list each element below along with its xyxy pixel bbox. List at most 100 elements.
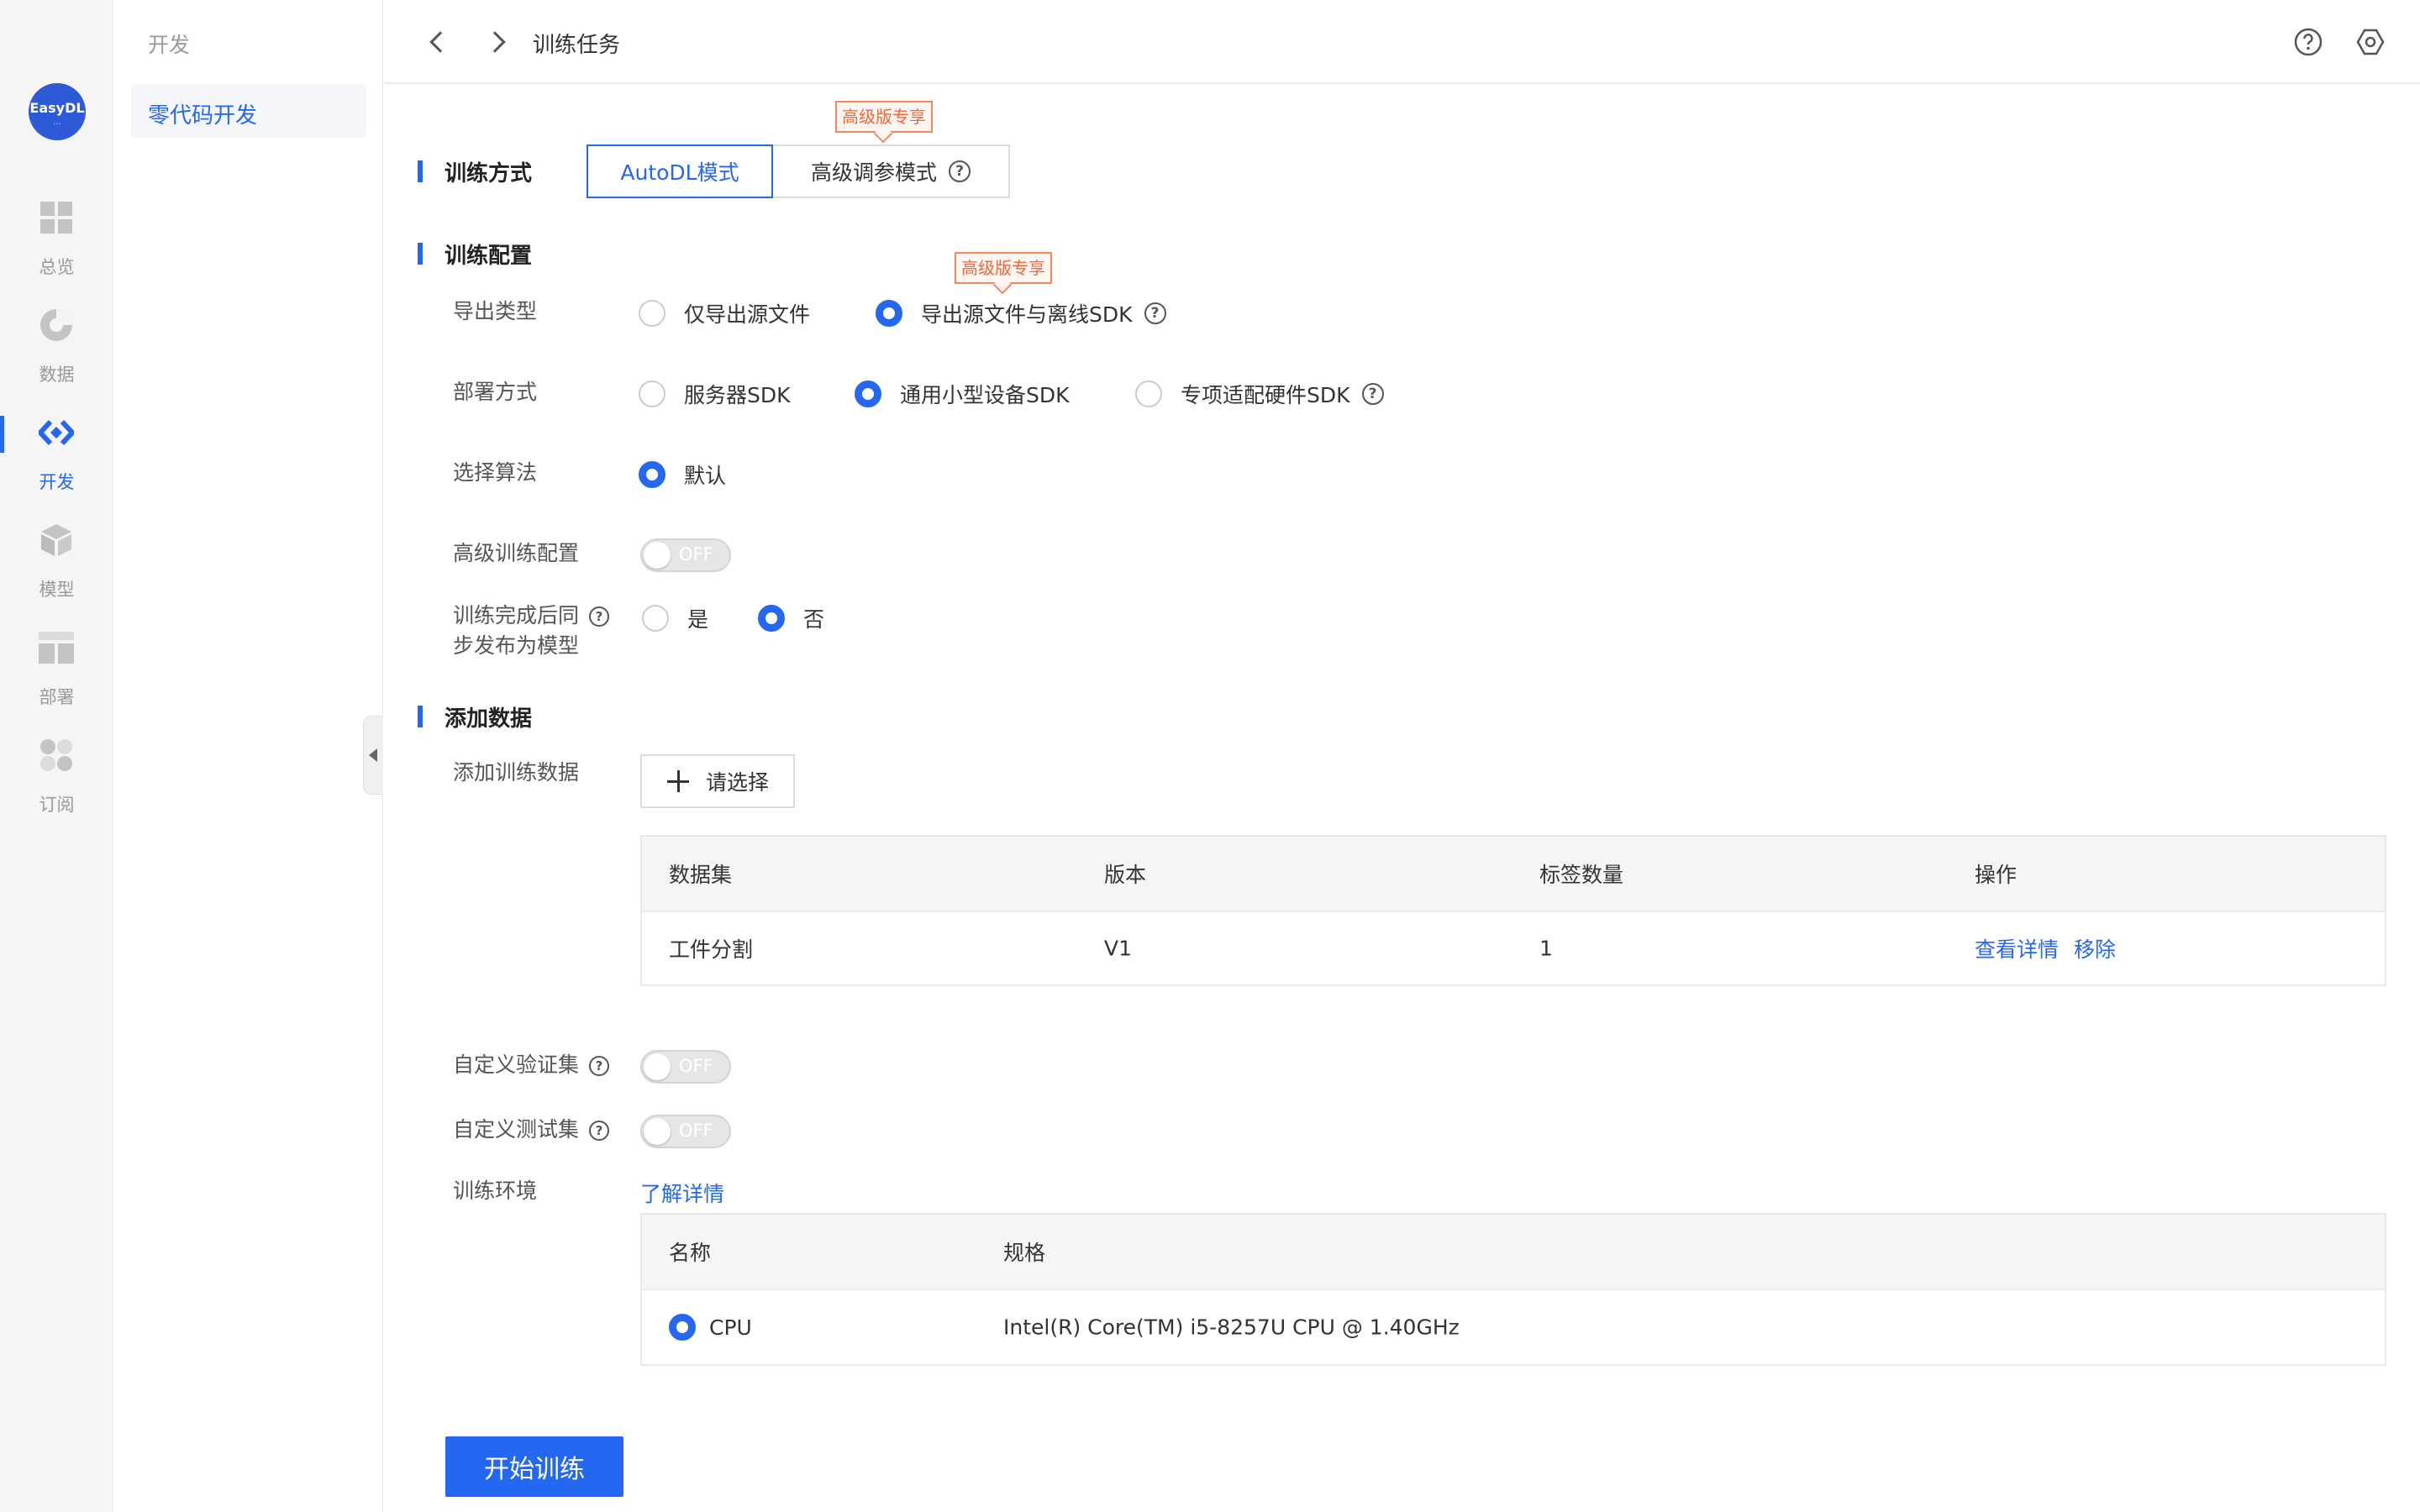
- rail-label-model: 模型: [39, 580, 75, 600]
- mode-advanced-label: 高级调参模式: [810, 160, 937, 185]
- help-icon[interactable]: ?: [589, 1056, 610, 1076]
- toggle-state: OFF: [679, 1056, 713, 1076]
- radio-checked[interactable]: [758, 605, 785, 632]
- sub-navigation: 开发 零代码开发: [114, 0, 383, 1512]
- rail-label-subscribe: 订阅: [39, 795, 75, 815]
- add-training-data-label: 添加训练数据: [453, 760, 580, 785]
- algorithm-label: 选择算法: [453, 460, 538, 485]
- radio-checked[interactable]: [639, 461, 666, 488]
- remove-link[interactable]: 移除: [2074, 937, 2116, 962]
- radio-unchecked[interactable]: [642, 605, 669, 632]
- icon-rail: EasyDL ··· 总览 数据 开发 模型 部署 订阅: [0, 0, 113, 1512]
- learn-more-link[interactable]: 了解详情: [640, 1179, 724, 1210]
- radio-unchecked[interactable]: [1135, 381, 1162, 407]
- forward-icon[interactable]: [481, 25, 514, 59]
- start-training-button[interactable]: 开始训练: [445, 1436, 623, 1497]
- toggle-state: OFF: [679, 544, 713, 564]
- rail-item-deploy[interactable]: 部署: [0, 630, 113, 722]
- deploy-server-sdk-option[interactable]: 服务器SDK: [639, 377, 791, 411]
- toggle-state: OFF: [679, 1121, 713, 1141]
- custom-validation-text: 自定义验证集: [453, 1053, 580, 1077]
- back-icon[interactable]: [419, 25, 453, 59]
- column-header: 版本: [1104, 863, 1147, 887]
- pie-icon: [40, 309, 72, 341]
- export-type-label: 导出类型: [453, 299, 538, 323]
- layout-icon: [39, 632, 74, 664]
- logo-text: EasyDL: [29, 100, 85, 116]
- custom-validation-toggle[interactable]: OFF: [640, 1050, 731, 1084]
- view-details-link[interactable]: 查看详情: [1975, 937, 2059, 962]
- publish-label-line2: 步发布为模型: [453, 633, 580, 658]
- advanced-config-toggle[interactable]: OFF: [640, 538, 731, 572]
- rail-item-data[interactable]: 数据: [0, 307, 113, 400]
- select-dataset-button[interactable]: 请选择: [640, 754, 795, 808]
- table-row: 工件分割 V1 1 查看详情 移除: [642, 911, 2385, 984]
- easydl-logo[interactable]: EasyDL ···: [29, 83, 86, 140]
- training-mode-group: AutoDL模式 高级调参模式 ?: [587, 144, 1010, 198]
- publish-no-option[interactable]: 否: [758, 601, 824, 635]
- table-header: 数据集 版本 标签数量 操作: [642, 837, 2385, 911]
- help-icon[interactable]: ?: [1361, 383, 1384, 405]
- environment-table: 名称 规格 CPU Intel(R) Core(TM) i5-8257U CPU…: [640, 1213, 2386, 1366]
- environment-name[interactable]: CPU: [669, 1314, 752, 1341]
- section-add-data: 添加数据: [418, 701, 532, 732]
- radio-checked[interactable]: [876, 300, 902, 327]
- table-header: 名称 规格: [642, 1215, 2385, 1289]
- algorithm-default-option[interactable]: 默认: [639, 458, 726, 491]
- logo-subtext: ···: [53, 120, 61, 129]
- radio-checked[interactable]: [669, 1314, 696, 1341]
- rail-label-develop: 开发: [39, 472, 75, 492]
- column-header: 规格: [1003, 1241, 1046, 1265]
- deploy-small-device-sdk-option[interactable]: 通用小型设备SDK: [855, 377, 1070, 411]
- publish-label-text: 训练完成后同: [453, 603, 580, 627]
- rail-item-model[interactable]: 模型: [0, 522, 113, 615]
- export-with-sdk-option[interactable]: 导出源文件与离线SDK ?: [876, 297, 1166, 330]
- deploy-hardware-sdk-option[interactable]: 专项适配硬件SDK ?: [1135, 377, 1384, 411]
- radio-unchecked[interactable]: [639, 300, 666, 327]
- option-label: 专项适配硬件SDK: [1181, 383, 1350, 407]
- subnav-item-zero-code[interactable]: 零代码开发: [131, 84, 366, 138]
- help-icon[interactable]: ?: [1144, 302, 1166, 324]
- mode-advanced-button[interactable]: 高级调参模式 ?: [773, 144, 1010, 198]
- custom-test-toggle[interactable]: OFF: [640, 1115, 731, 1148]
- help-icon[interactable]: ?: [949, 160, 971, 182]
- custom-validation-label: 自定义验证集?: [453, 1049, 610, 1081]
- option-label: 是: [687, 607, 709, 632]
- option-label: 仅导出源文件: [684, 302, 811, 327]
- rail-label-deploy: 部署: [39, 687, 75, 707]
- publish-yes-option[interactable]: 是: [642, 601, 708, 635]
- help-icon[interactable]: ?: [589, 1121, 610, 1141]
- export-source-only-option[interactable]: 仅导出源文件: [639, 297, 810, 330]
- subscribe-icon: [40, 739, 72, 771]
- rail-item-overview[interactable]: 总览: [0, 200, 113, 292]
- environment-label: 训练环境: [453, 1179, 538, 1203]
- option-label: 默认: [684, 464, 727, 488]
- collapse-sidebar-handle[interactable]: [363, 716, 383, 795]
- premium-badge-export: 高级版专享: [955, 252, 1052, 284]
- column-header: 名称: [669, 1241, 712, 1265]
- help-icon[interactable]: ?: [589, 606, 610, 627]
- code-icon: [39, 419, 74, 446]
- rail-item-develop[interactable]: 开发: [0, 415, 113, 507]
- environment-name-text: CPU: [709, 1315, 752, 1340]
- mode-autodl-button[interactable]: AutoDL模式: [587, 144, 773, 198]
- page-title: 训练任务: [533, 33, 621, 58]
- settings-icon[interactable]: [2355, 27, 2386, 57]
- option-label: 导出源文件与离线SDK: [921, 302, 1133, 327]
- radio-unchecked[interactable]: [639, 381, 666, 407]
- section-training-config: 训练配置: [418, 239, 532, 270]
- environment-spec: Intel(R) Core(TM) i5-8257U CPU @ 1.40GHz: [1003, 1315, 1460, 1340]
- help-icon[interactable]: [2293, 27, 2323, 57]
- premium-badge-mode: 高级版专享: [835, 101, 933, 133]
- radio-checked[interactable]: [855, 381, 881, 407]
- rail-item-subscribe[interactable]: 订阅: [0, 738, 113, 830]
- advanced-config-label: 高级训练配置: [453, 541, 580, 565]
- custom-test-text: 自定义测试集: [453, 1117, 580, 1142]
- custom-test-label: 自定义测试集?: [453, 1114, 610, 1146]
- option-label: 通用小型设备SDK: [900, 383, 1070, 407]
- option-label: 服务器SDK: [684, 383, 791, 407]
- column-header: 标签数量: [1539, 863, 1624, 887]
- subnav-title: 开发: [148, 33, 191, 57]
- dataset-table: 数据集 版本 标签数量 操作 工件分割 V1 1 查看详情 移除: [640, 835, 2386, 986]
- table-row[interactable]: CPU Intel(R) Core(TM) i5-8257U CPU @ 1.4…: [642, 1289, 2385, 1364]
